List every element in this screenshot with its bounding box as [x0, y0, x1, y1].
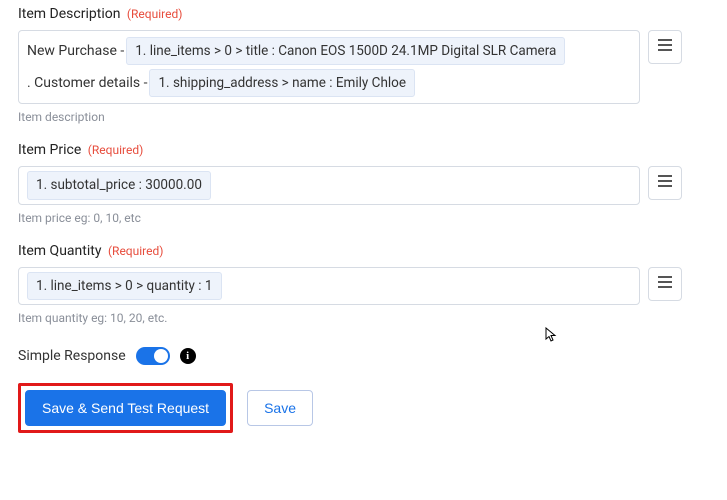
item-price-label: Item Price (Required)	[18, 142, 682, 158]
label-text: Item Description	[18, 6, 120, 22]
item-quantity-help: Item quantity eg: 10, 20, etc.	[18, 311, 682, 325]
item-description-label: Item Description (Required)	[18, 6, 682, 22]
required-badge: (Required)	[88, 143, 143, 157]
menu-icon	[657, 174, 673, 192]
required-badge: (Required)	[108, 244, 163, 258]
variable-pill[interactable]: 1. subtotal_price : 30000.00	[27, 171, 211, 199]
item-quantity-input[interactable]: 1. line_items > 0 > quantity : 1	[18, 267, 640, 305]
text-segment: New Purchase -	[27, 38, 124, 65]
menu-icon	[657, 38, 673, 56]
item-quantity-menu-button[interactable]	[648, 267, 682, 301]
save-send-test-request-button[interactable]: Save & Send Test Request	[25, 390, 226, 426]
text-segment: . Customer details -	[27, 70, 147, 97]
field-item-quantity: Item Quantity (Required) 1. line_items >…	[18, 243, 682, 325]
highlight-box: Save & Send Test Request	[18, 383, 233, 433]
label-text: Item Price	[18, 142, 81, 158]
menu-icon	[657, 275, 673, 293]
item-price-menu-button[interactable]	[648, 166, 682, 200]
field-item-price: Item Price (Required) 1. subtotal_price …	[18, 142, 682, 224]
field-item-description: Item Description (Required) New Purchase…	[18, 6, 682, 124]
save-button[interactable]: Save	[247, 390, 313, 426]
item-price-help: Item price eg: 0, 10, etc	[18, 211, 682, 225]
required-badge: (Required)	[127, 7, 182, 21]
info-icon[interactable]: i	[180, 348, 196, 364]
button-row: Save & Send Test Request Save	[18, 383, 682, 433]
label-text: Item Quantity	[18, 243, 101, 259]
simple-response-label: Simple Response	[18, 348, 126, 364]
toggle-knob	[154, 349, 168, 363]
item-description-help: Item description	[18, 110, 682, 124]
item-description-input[interactable]: New Purchase - 1. line_items > 0 > title…	[18, 30, 640, 104]
item-quantity-label: Item Quantity (Required)	[18, 243, 682, 259]
simple-response-toggle[interactable]	[136, 347, 170, 365]
item-description-menu-button[interactable]	[648, 30, 682, 64]
variable-pill[interactable]: 1. line_items > 0 > title : Canon EOS 15…	[126, 37, 565, 65]
variable-pill[interactable]: 1. line_items > 0 > quantity : 1	[27, 272, 222, 300]
item-price-input[interactable]: 1. subtotal_price : 30000.00	[18, 166, 640, 204]
variable-pill[interactable]: 1. shipping_address > name : Emily Chloe	[149, 69, 415, 97]
simple-response-row: Simple Response i	[18, 347, 682, 365]
